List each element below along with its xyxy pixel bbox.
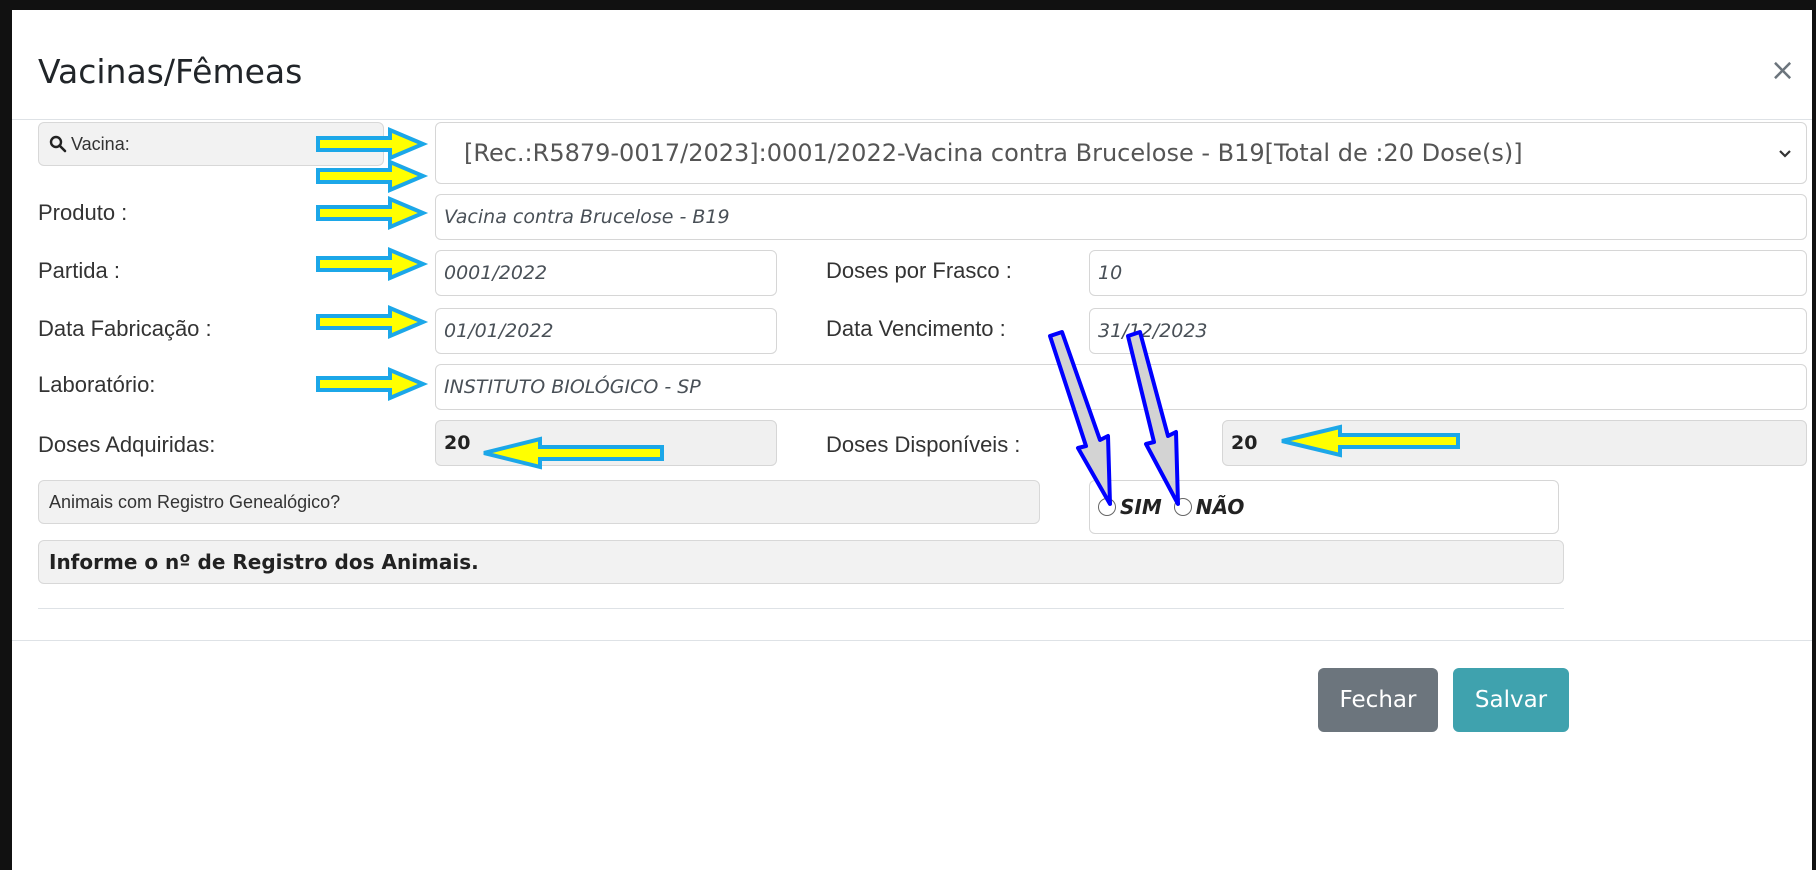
modal-header: Vacinas/Fêmeas ×: [12, 10, 1812, 120]
doses-adquiridas-label: Doses Adquiridas:: [38, 432, 216, 457]
screenshot-frame-top: [0, 0, 1816, 10]
partida-label: Partida :: [38, 258, 120, 283]
vacina-select-value: [Rec.:R5879-0017/2023]:0001/2022-Vacina …: [464, 139, 1523, 167]
registro-radio-group: SIM NÃO: [1089, 480, 1559, 534]
laboratorio-field[interactable]: INSTITUTO BIOLÓGICO - SP: [435, 364, 1807, 410]
search-icon: [49, 135, 67, 153]
produto-field[interactable]: Vacina contra Brucelose - B19: [435, 194, 1807, 240]
modal-footer-divider: [12, 640, 1812, 641]
radio-sim[interactable]: [1098, 498, 1116, 516]
doses-disponiveis-field: 20: [1222, 420, 1807, 466]
vacina-label-box: Vacina:: [38, 122, 384, 166]
radio-nao-label[interactable]: NÃO: [1196, 495, 1245, 519]
doses-adquiridas-field: 20: [435, 420, 777, 466]
laboratorio-label: Laboratório:: [38, 372, 156, 397]
registro-question: Animais com Registro Genealógico?: [38, 480, 1040, 524]
radio-nao[interactable]: [1173, 498, 1192, 516]
chevron-down-icon: [1778, 143, 1792, 164]
doses-disponiveis-label: Doses Disponíveis :: [826, 432, 1021, 457]
vaccine-modal: Vacinas/Fêmeas × Vacina: [Rec.:R5879-001…: [12, 10, 1812, 870]
modal-title: Vacinas/Fêmeas: [38, 52, 303, 91]
divider: [38, 608, 1564, 609]
radio-sim-label[interactable]: SIM: [1120, 495, 1162, 519]
registro-info-bar: Informe o nº de Registro dos Animais.: [38, 540, 1564, 584]
vacina-label: Vacina:: [71, 133, 130, 154]
close-icon[interactable]: ×: [1770, 56, 1795, 86]
data-fabricacao-field[interactable]: 01/01/2022: [435, 308, 777, 354]
data-vencimento-label: Data Vencimento :: [826, 316, 1006, 341]
produto-label: Produto :: [38, 200, 128, 225]
close-button[interactable]: Fechar: [1318, 668, 1438, 732]
doses-frasco-label: Doses por Frasco :: [826, 258, 1012, 283]
screenshot-frame-right: [1812, 0, 1816, 870]
partida-field[interactable]: 0001/2022: [435, 250, 777, 296]
data-vencimento-field[interactable]: 31/12/2023: [1089, 308, 1807, 354]
doses-frasco-field[interactable]: 10: [1089, 250, 1807, 296]
data-fabricacao-label: Data Fabricação :: [38, 316, 212, 341]
save-button[interactable]: Salvar: [1453, 668, 1569, 732]
screenshot-frame-left: [0, 0, 12, 870]
vacina-select[interactable]: [Rec.:R5879-0017/2023]:0001/2022-Vacina …: [435, 122, 1807, 184]
